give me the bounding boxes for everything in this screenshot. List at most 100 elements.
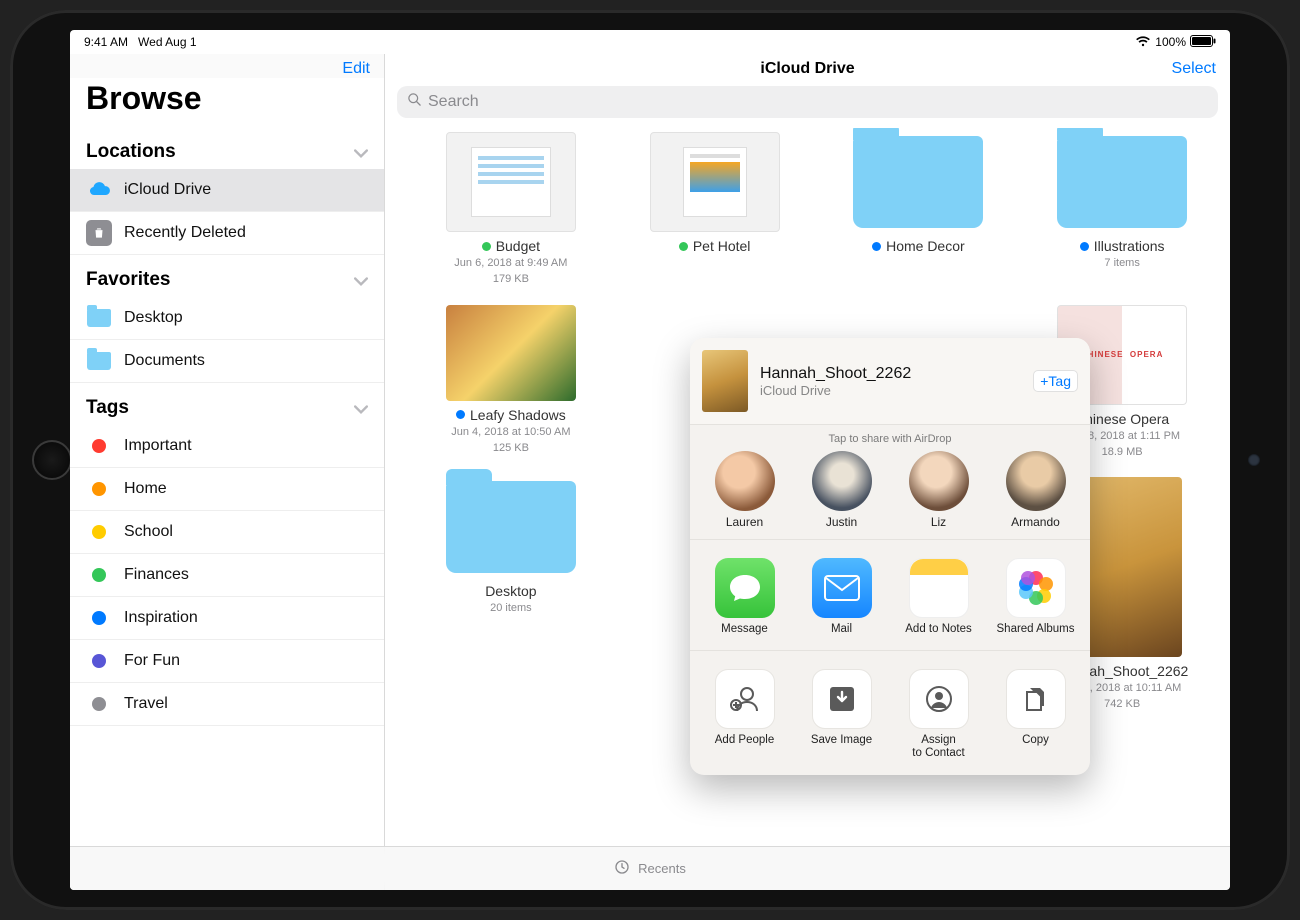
airdrop-hint: Tap to share with AirDrop — [690, 433, 1090, 445]
share-file-title: Hannah_Shoot_2262 — [760, 365, 1021, 383]
share-app-notes[interactable]: Add to Notes — [896, 558, 982, 636]
messages-icon — [715, 558, 775, 618]
locations-header[interactable]: Locations — [70, 127, 384, 169]
action-add-people[interactable]: Add People — [702, 669, 788, 760]
tag-inspiration[interactable]: Inspiration — [70, 597, 384, 640]
edit-button[interactable]: Edit — [342, 60, 370, 78]
folder-icon — [446, 477, 576, 577]
chevron-down-icon — [354, 145, 368, 159]
action-label: Assign to Contact — [896, 734, 982, 760]
tags-header[interactable]: Tags — [70, 383, 384, 425]
search-icon — [407, 92, 422, 112]
file-subtitle: Jun 6, 2018 at 9:49 AM — [421, 256, 601, 270]
tag-home[interactable]: Home — [70, 468, 384, 511]
file-tile-budget[interactable]: Budget Jun 6, 2018 at 9:49 AM 179 KB — [421, 132, 601, 287]
file-tile-leafy-shadows[interactable]: Leafy Shadows Jun 4, 2018 at 10:50 AM 12… — [421, 305, 601, 460]
tag-important[interactable]: Important — [70, 425, 384, 468]
airdrop-person-justin[interactable]: Justin — [802, 451, 882, 529]
locations-header-label: Locations — [86, 141, 176, 163]
page-title: iCloud Drive — [449, 60, 1166, 78]
ipad-frame: 9:41 AM Wed Aug 1 100% Edit Browse — [10, 10, 1290, 910]
home-button[interactable] — [32, 440, 72, 480]
save-image-icon — [812, 669, 872, 729]
app-label: Message — [702, 623, 788, 636]
recents-tab[interactable]: Recents — [638, 861, 686, 876]
person-name: Lauren — [705, 515, 785, 529]
battery-icon — [1190, 35, 1216, 50]
file-name: Pet Hotel — [693, 238, 751, 254]
file-subtitle: Jun 4, 2018 at 10:50 AM — [421, 425, 601, 439]
share-sheet: Hannah_Shoot_2262 iCloud Drive +Tag Tap … — [690, 338, 1090, 775]
tag-dot-icon — [456, 410, 465, 419]
tag-finances[interactable]: Finances — [70, 554, 384, 597]
file-tile-pet-hotel[interactable]: Pet Hotel — [625, 132, 805, 287]
file-subtitle: 7 items — [1032, 256, 1212, 270]
tag-dot-icon — [679, 242, 688, 251]
file-size: 125 KB — [421, 441, 601, 455]
action-save-image[interactable]: Save Image — [799, 669, 885, 760]
search-input[interactable]: Search — [397, 86, 1218, 118]
sidebar-item-label: Important — [124, 437, 192, 455]
sidebar-item-icloud-drive[interactable]: iCloud Drive — [70, 169, 384, 212]
status-bar: 9:41 AM Wed Aug 1 100% — [70, 30, 1230, 54]
file-size: 179 KB — [421, 272, 601, 286]
file-thumb — [446, 305, 576, 401]
sidebar-item-label: Documents — [124, 352, 205, 370]
status-date: Wed Aug 1 — [138, 35, 197, 49]
share-app-message[interactable]: Message — [702, 558, 788, 636]
file-tile-desktop[interactable]: Desktop 20 items — [421, 477, 601, 712]
add-people-icon — [715, 669, 775, 729]
tag-dot-icon — [86, 648, 112, 674]
action-label: Save Image — [799, 734, 885, 747]
file-thumb — [446, 132, 576, 232]
tag-travel[interactable]: Travel — [70, 683, 384, 726]
select-button[interactable]: Select — [1166, 60, 1216, 78]
file-name: Leafy Shadows — [470, 407, 566, 423]
person-name: Armando — [996, 515, 1076, 529]
photos-icon — [1006, 558, 1066, 618]
tag-school[interactable]: School — [70, 511, 384, 554]
clock-icon — [614, 859, 630, 878]
app-label: Shared Albums — [993, 623, 1079, 636]
share-thumbnail — [702, 350, 748, 412]
file-thumb — [650, 132, 780, 232]
sidebar-item-label: Inspiration — [124, 609, 198, 627]
tag-dot-icon — [872, 242, 881, 251]
mail-icon — [812, 558, 872, 618]
status-time: 9:41 AM — [84, 35, 128, 49]
sidebar-item-documents[interactable]: Documents — [70, 340, 384, 383]
notes-icon — [909, 558, 969, 618]
copy-icon — [1006, 669, 1066, 729]
sidebar-item-desktop[interactable]: Desktop — [70, 297, 384, 340]
add-tag-button[interactable]: +Tag — [1033, 370, 1078, 392]
sidebar-item-recently-deleted[interactable]: Recently Deleted — [70, 212, 384, 255]
avatar — [715, 451, 775, 511]
action-assign-contact[interactable]: Assign to Contact — [896, 669, 982, 760]
share-app-mail[interactable]: Mail — [799, 558, 885, 636]
folder-icon — [86, 348, 112, 374]
file-name: Budget — [496, 238, 540, 254]
sidebar-item-label: Desktop — [124, 309, 183, 327]
airdrop-person-liz[interactable]: Liz — [899, 451, 979, 529]
airdrop-person-lauren[interactable]: Lauren — [705, 451, 785, 529]
file-name: Illustrations — [1094, 238, 1165, 254]
action-label: Add People — [702, 734, 788, 747]
person-name: Justin — [802, 515, 882, 529]
tag-dot-icon — [86, 476, 112, 502]
sidebar-item-label: Recently Deleted — [124, 224, 246, 242]
avatar — [812, 451, 872, 511]
tag-for-fun[interactable]: For Fun — [70, 640, 384, 683]
wifi-icon — [1135, 35, 1151, 50]
sidebar: Edit Browse Locations i — [70, 54, 385, 890]
file-tile-home-decor[interactable]: Home Decor — [829, 132, 1009, 287]
browse-title: Browse — [70, 78, 384, 127]
tag-dot-icon — [86, 605, 112, 631]
share-app-shared-albums[interactable]: Shared Albums — [993, 558, 1079, 636]
action-copy[interactable]: Copy — [993, 669, 1079, 760]
airdrop-person-armando[interactable]: Armando — [996, 451, 1076, 529]
file-tile-illustrations[interactable]: Illustrations 7 items — [1032, 132, 1212, 287]
sidebar-item-label: Finances — [124, 566, 189, 584]
assign-contact-icon — [909, 669, 969, 729]
folder-icon — [1057, 132, 1187, 232]
favorites-header[interactable]: Favorites — [70, 255, 384, 297]
